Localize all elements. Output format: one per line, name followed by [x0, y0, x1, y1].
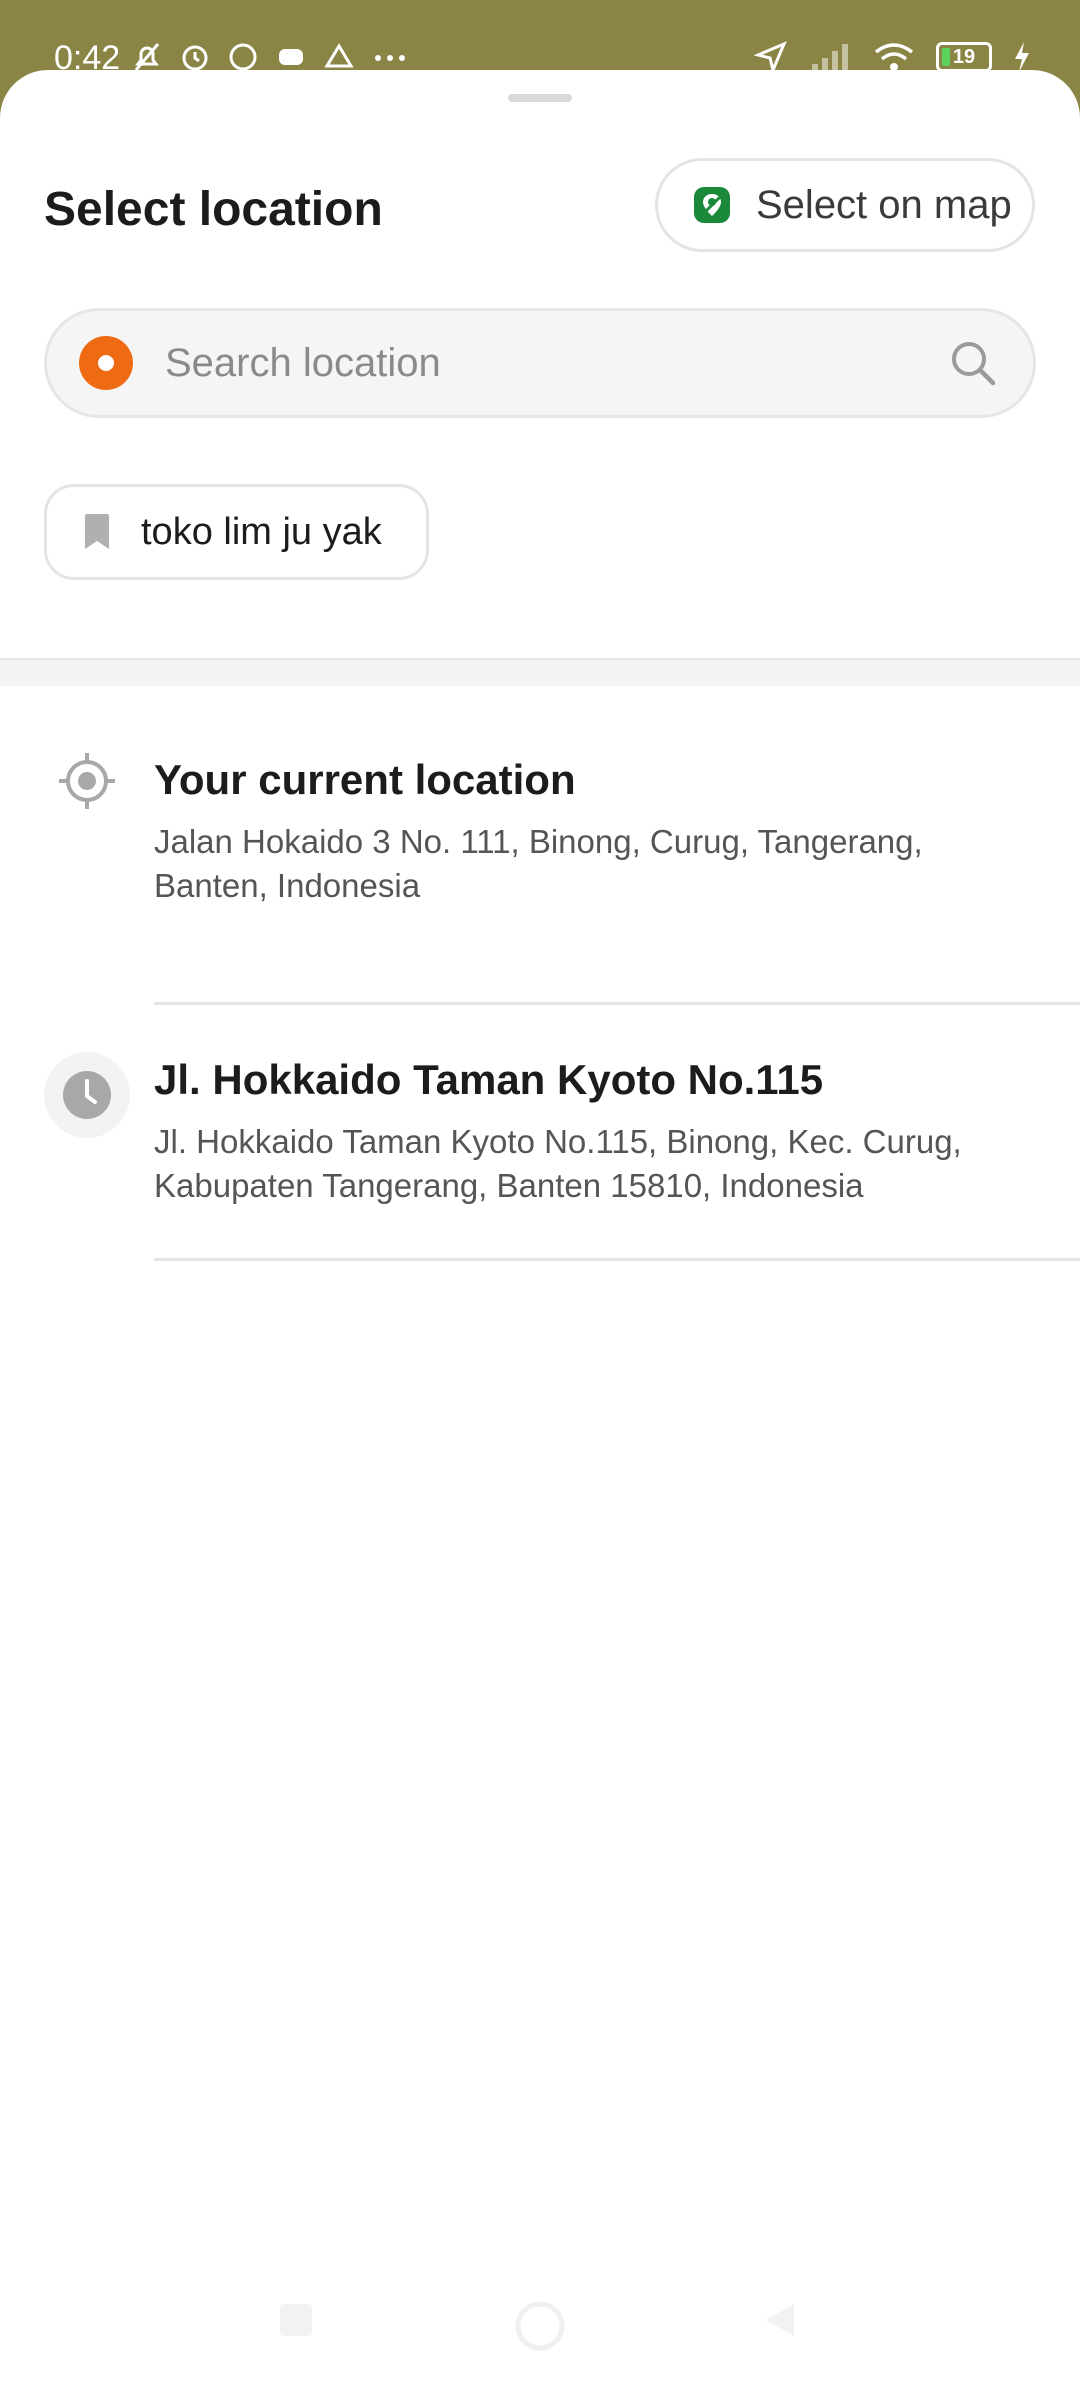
- current-location-item[interactable]: Your current location Jalan Hokaido 3 No…: [0, 710, 1080, 1010]
- crosshair-icon: [59, 753, 115, 809]
- system-icons: 19: [754, 40, 1032, 74]
- current-location-address: Jalan Hokaido 3 No. 111, Binong, Curug, …: [154, 823, 923, 904]
- saved-place-chip[interactable]: toko lim ju yak: [44, 484, 429, 580]
- origin-dot-icon: [79, 336, 133, 390]
- search-bar[interactable]: [44, 308, 1036, 418]
- search-input[interactable]: [163, 339, 945, 387]
- recent-location-title: Jl. Hokkaido Taman Kyoto No.115: [154, 1056, 824, 1103]
- game-icon: [279, 49, 303, 65]
- whatsapp-icon: [229, 43, 257, 71]
- item-separator: [154, 1258, 1080, 1261]
- recent-location-address: Jl. Hokkaido Taman Kyoto No.115, Binong,…: [154, 1123, 962, 1204]
- bookmark-icon: [85, 514, 109, 549]
- recent-location-icon-wrap: [44, 1052, 130, 1138]
- navigation-bar: [0, 2270, 1080, 2400]
- current-location-title: Your current location: [154, 756, 576, 803]
- select-on-map-label: Select on map: [756, 182, 1012, 227]
- notification-icons: [130, 40, 410, 74]
- saved-place-label: toko lim ju yak: [141, 510, 382, 553]
- select-on-map-button[interactable]: Select on map: [655, 158, 1035, 252]
- page-title: Select location: [44, 183, 383, 236]
- map-pin-icon: [694, 187, 730, 223]
- battery-indicator: 19: [936, 42, 992, 72]
- location-arrow-icon: [754, 41, 787, 74]
- drive-icon: [324, 43, 354, 68]
- section-divider: [0, 658, 1080, 686]
- search-icon[interactable]: [945, 335, 1001, 391]
- drag-handle[interactable]: [508, 94, 572, 102]
- recents-button-icon[interactable]: [276, 2300, 316, 2340]
- home-button-icon[interactable]: [514, 2300, 566, 2352]
- alarm-icon: [182, 45, 208, 71]
- location-sheet: Select location Select on map toko lim j…: [0, 70, 1080, 2400]
- item-separator: [154, 1002, 1080, 1005]
- charging-icon: [1015, 42, 1029, 72]
- back-button-icon[interactable]: [760, 2300, 800, 2340]
- current-location-icon-wrap: [44, 738, 130, 824]
- signal-icon: [812, 44, 848, 72]
- mute-bell-icon: [134, 43, 160, 71]
- clock-icon: [63, 1071, 111, 1119]
- recent-location-item[interactable]: Jl. Hokkaido Taman Kyoto No.115 Jl. Hokk…: [0, 1010, 1080, 1270]
- more-dots-icon: [375, 55, 405, 61]
- wifi-icon: [874, 43, 914, 71]
